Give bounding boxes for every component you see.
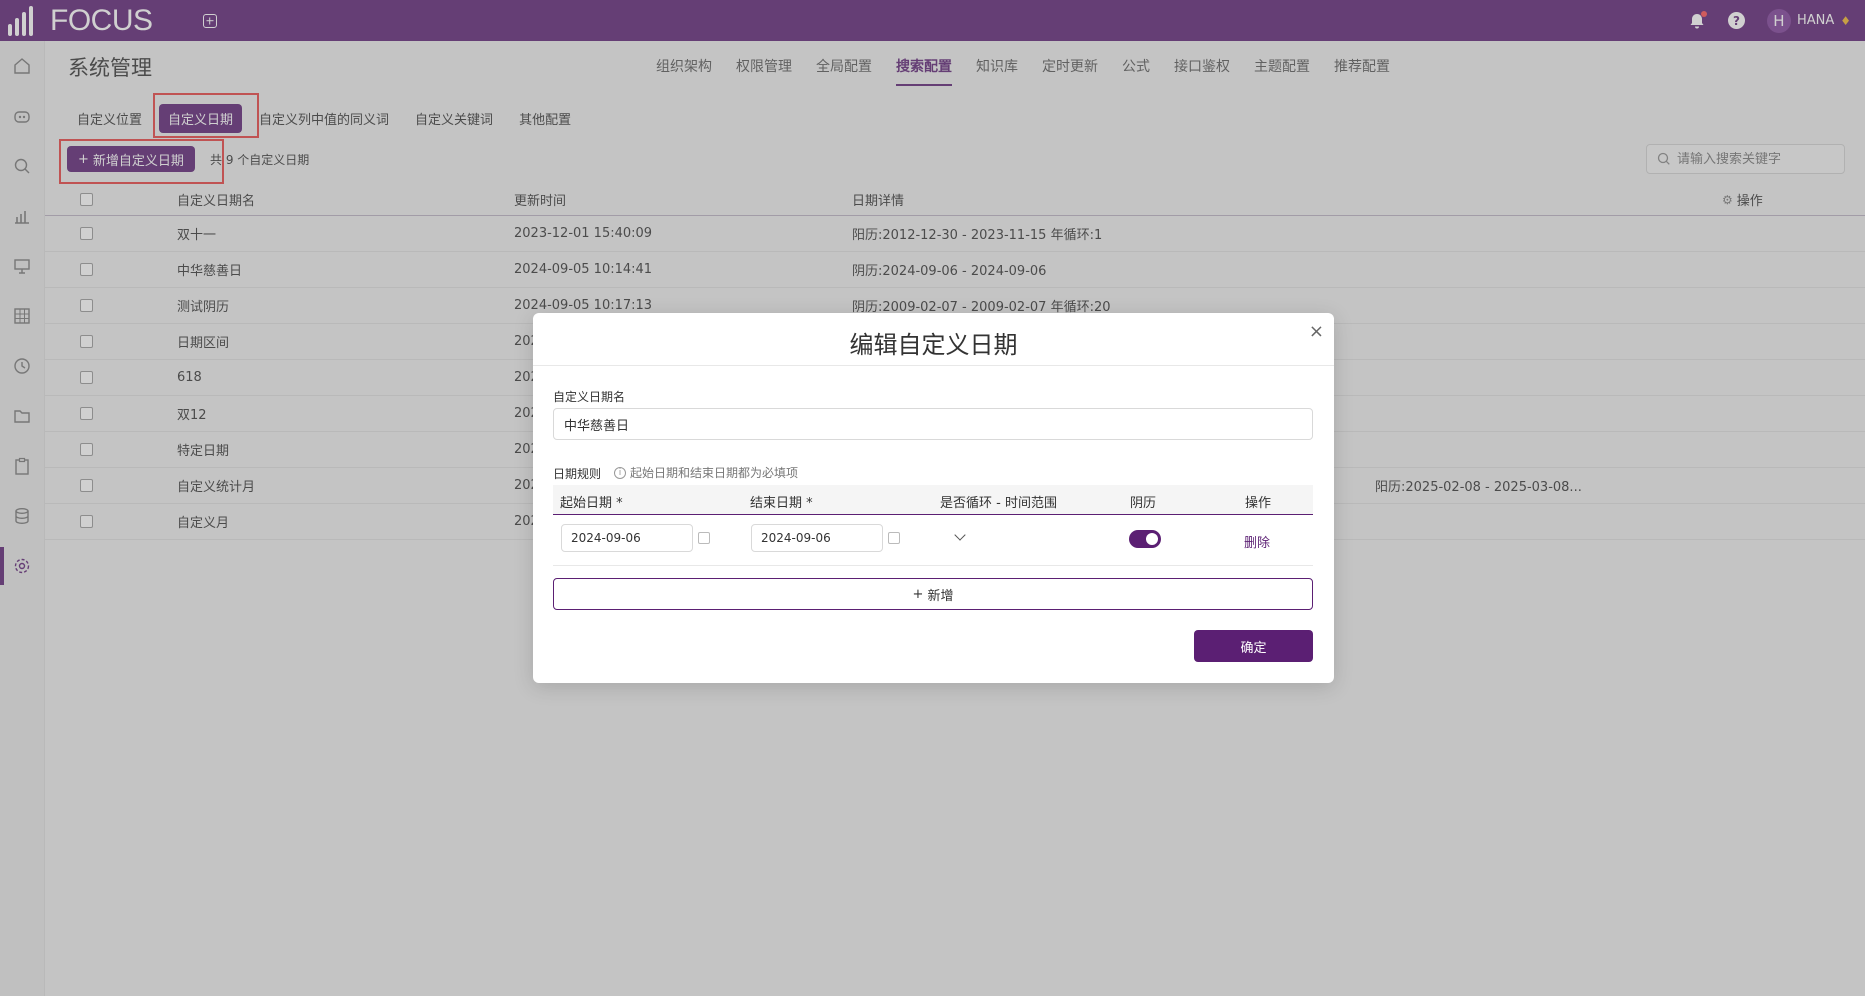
rule-label: 日期规则 [553, 467, 602, 481]
confirm-button[interactable]: 确定 [1194, 630, 1313, 662]
rule-hint: i 起始日期和结束日期都为必填项 [614, 464, 798, 481]
end-date-input[interactable]: 2024-09-06 [751, 524, 883, 552]
rule-table-header: 起始日期 * 结束日期 * 是否循环 - 时间范围 阴历 操作 [553, 485, 1313, 515]
edit-custom-date-modal: 编辑自定义日期 × 自定义日期名 中华慈善日 日期规则 i 起始日期和结束日期都… [533, 313, 1334, 683]
delete-rule-link[interactable]: 删除 [1244, 532, 1270, 551]
name-field-label: 自定义日期名 [553, 390, 626, 404]
lunar-toggle[interactable] [1129, 530, 1161, 548]
rule-header-cycle: 是否循环 - 时间范围 [940, 496, 1057, 511]
close-icon[interactable]: × [1309, 321, 1324, 342]
plus-icon: + [912, 586, 924, 602]
rule-header-op: 操作 [1245, 496, 1272, 511]
modal-divider [533, 365, 1334, 366]
rule-header-start: 起始日期 * [560, 496, 623, 511]
date-name-input[interactable]: 中华慈善日 [553, 408, 1313, 440]
rule-row: 2024-09-06 2024-09-06 删除 [553, 516, 1313, 566]
calendar-icon[interactable] [888, 532, 900, 544]
calendar-icon[interactable] [698, 532, 710, 544]
rule-header-end: 结束日期 * [750, 496, 813, 511]
info-icon: i [614, 466, 626, 479]
chevron-down-icon[interactable] [954, 529, 966, 541]
modal-title: 编辑自定义日期 [849, 331, 1018, 359]
add-rule-label: 新增 [927, 588, 954, 604]
start-date-input[interactable]: 2024-09-06 [561, 524, 693, 552]
rule-hint-text: 起始日期和结束日期都为必填项 [630, 466, 799, 480]
add-rule-button[interactable]: + 新增 [553, 578, 1313, 610]
rule-header-lunar: 阴历 [1130, 496, 1157, 511]
